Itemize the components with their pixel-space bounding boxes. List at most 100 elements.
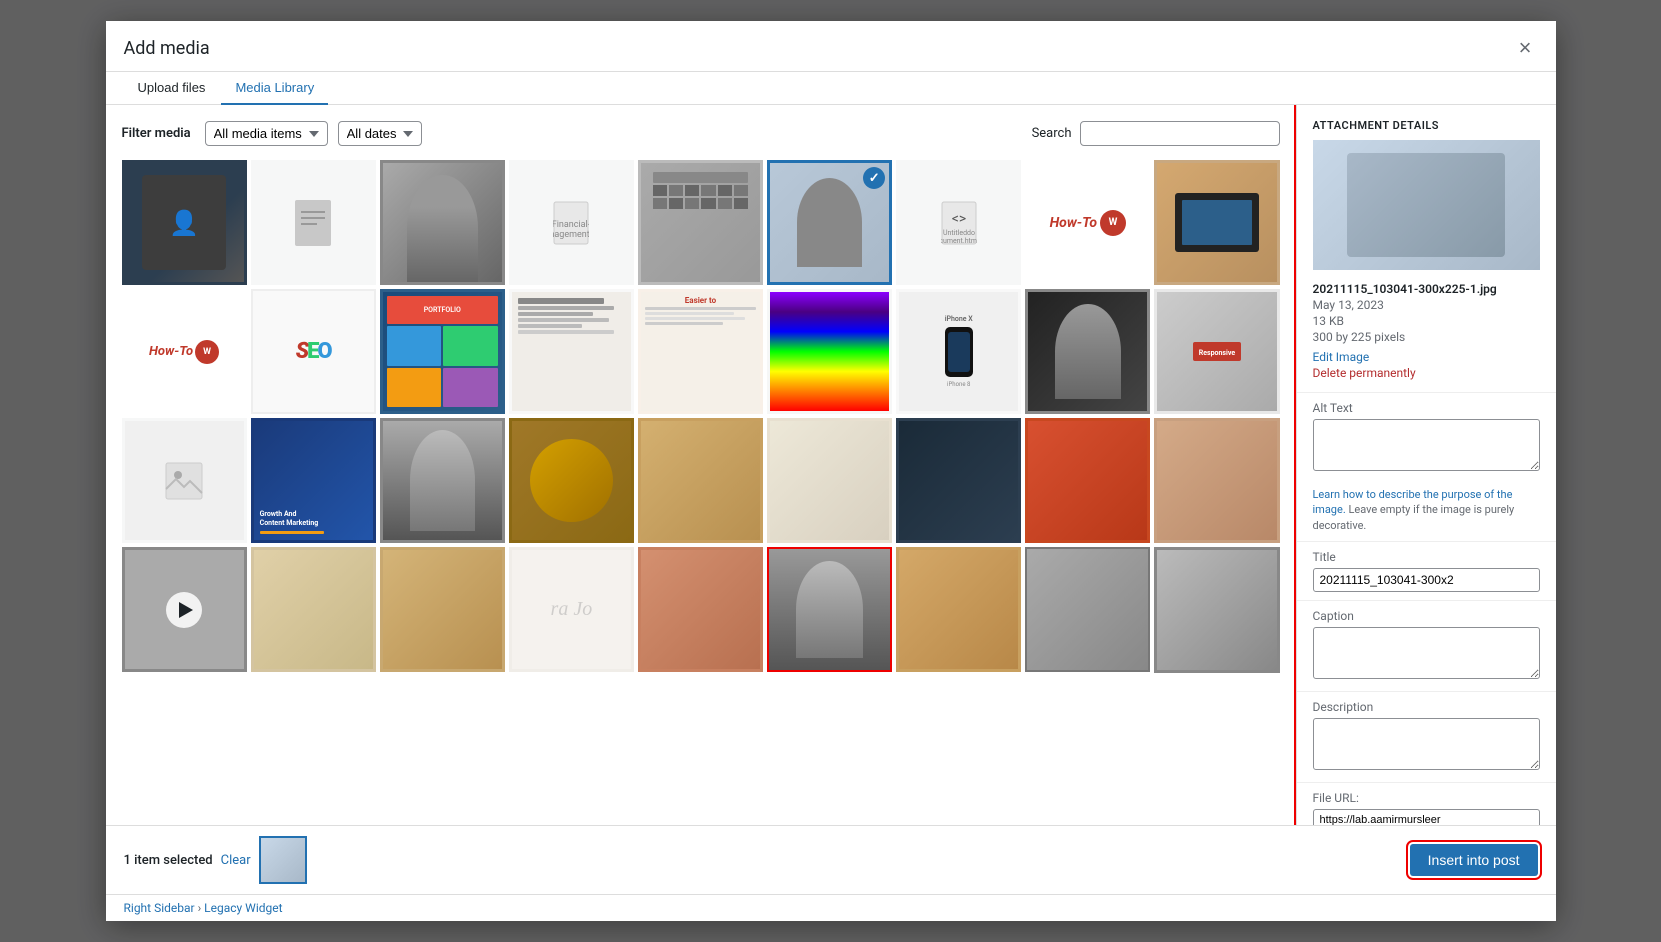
media-item-no-image[interactable] xyxy=(122,418,247,543)
attachment-date: May 13, 2023 xyxy=(1297,298,1556,314)
media-item-food3[interactable] xyxy=(767,418,892,543)
play-button[interactable] xyxy=(166,592,202,628)
insert-into-post-button[interactable]: Insert into post xyxy=(1410,844,1538,876)
breadcrumb-legacy-widget[interactable]: Legacy Widget xyxy=(204,901,282,915)
media-item-laptop[interactable] xyxy=(1154,160,1279,285)
media-item-video[interactable] xyxy=(122,547,247,672)
media-item-food6[interactable] xyxy=(1154,418,1279,543)
breadcrumb: Right Sidebar › Legacy Widget xyxy=(124,901,283,915)
modal-tabs: Upload files Media Library xyxy=(106,72,1556,105)
media-item-responsive[interactable]: Responsive xyxy=(1154,289,1279,414)
attachment-panel: ATTACHMENT DETAILS 20211115_103041-300x2… xyxy=(1296,105,1556,825)
tab-upload-files[interactable]: Upload files xyxy=(124,72,220,105)
media-item-selected[interactable]: ✓ xyxy=(767,160,892,285)
alt-text-input[interactable] xyxy=(1313,419,1540,471)
date-filter[interactable]: All dates xyxy=(338,121,422,146)
media-area: Filter media All media items All dates S… xyxy=(106,105,1296,825)
media-item-pdf[interactable]: Financial-Management.pdf xyxy=(509,160,634,285)
svg-text:Management.pdf: Management.pdf xyxy=(553,230,589,240)
media-item-woman-smile[interactable] xyxy=(638,547,763,672)
media-item-easier[interactable]: Easier to xyxy=(638,289,763,414)
media-item-man-bw[interactable] xyxy=(380,418,505,543)
media-item-blank[interactable] xyxy=(251,160,376,285)
description-input[interactable] xyxy=(1313,718,1540,770)
selected-count: 1 item selected xyxy=(124,853,213,868)
media-item-food5[interactable] xyxy=(1025,418,1150,543)
title-input[interactable] xyxy=(1313,568,1540,592)
search-input[interactable] xyxy=(1080,121,1280,146)
media-type-filter[interactable]: All media items xyxy=(205,121,328,146)
attachment-actions: Edit Image Delete permanently xyxy=(1297,346,1556,392)
file-url-input[interactable] xyxy=(1313,809,1540,825)
media-grid: 👤 Financial-M xyxy=(122,160,1280,673)
media-item-article[interactable] xyxy=(509,289,634,414)
attachment-filename: 20211115_103041-300x225-1.jpg xyxy=(1297,282,1556,298)
svg-text:cument.html: cument.html xyxy=(941,237,977,245)
svg-text:Untitleddo: Untitleddo xyxy=(943,229,975,237)
media-item-seo[interactable]: S E O xyxy=(251,289,376,414)
media-item-avocado[interactable] xyxy=(1025,547,1150,672)
media-item[interactable]: 👤 xyxy=(122,160,247,285)
caption-label: Caption xyxy=(1313,609,1540,623)
media-item-man-sunglasses[interactable] xyxy=(896,547,1021,672)
alt-text-label: Alt Text xyxy=(1313,401,1540,415)
filter-row: Filter media All media items All dates S… xyxy=(122,121,1280,146)
search-label: Search xyxy=(1032,126,1072,141)
add-media-modal: Add media × Upload files Media Library F… xyxy=(106,21,1556,921)
media-item-portfolio[interactable]: PORTFOLIO xyxy=(380,289,505,414)
alt-text-field-row: Alt Text xyxy=(1297,392,1556,483)
media-item-howto-wp[interactable]: How-To W xyxy=(1025,160,1150,285)
clear-link[interactable]: Clear xyxy=(221,853,251,868)
attachment-thumbnail xyxy=(1313,140,1540,270)
attachment-details-header: ATTACHMENT DETAILS xyxy=(1297,105,1556,140)
media-item-person[interactable] xyxy=(380,160,505,285)
close-button[interactable]: × xyxy=(1513,35,1538,61)
media-item-growth[interactable]: Growth AndContent Marketing xyxy=(251,418,376,543)
media-item-iphone[interactable]: iPhone X iPhone 8 xyxy=(896,289,1021,414)
media-item-html[interactable]: <> Untitleddocument.html xyxy=(896,160,1021,285)
modal-body: Filter media All media items All dates S… xyxy=(106,105,1556,825)
svg-text:Financial-: Financial- xyxy=(553,220,589,230)
media-item-woman-portrait2[interactable] xyxy=(767,547,892,672)
selected-info: 1 item selected Clear xyxy=(124,836,307,884)
media-item-building[interactable] xyxy=(638,160,763,285)
media-item-food1[interactable] xyxy=(509,418,634,543)
media-item-food2[interactable] xyxy=(638,418,763,543)
edit-image-link[interactable]: Edit Image xyxy=(1313,350,1540,364)
alt-text-note: Learn how to describe the purpose of the… xyxy=(1297,483,1556,541)
caption-field-row: Caption xyxy=(1297,600,1556,691)
description-field-row: Description xyxy=(1297,691,1556,782)
title-field-row: Title xyxy=(1297,541,1556,600)
media-grid-container: 👤 Financial-M xyxy=(122,160,1280,809)
modal-overlay: Add media × Upload files Media Library F… xyxy=(0,0,1661,942)
attachment-dimensions: 300 by 225 pixels xyxy=(1297,330,1556,346)
breadcrumb-right-sidebar[interactable]: Right Sidebar xyxy=(124,901,195,915)
footer-bar: 1 item selected Clear Insert into post xyxy=(106,825,1556,894)
file-url-label: File URL: xyxy=(1313,791,1540,805)
attachment-thumb-wrap xyxy=(1297,140,1556,282)
tab-media-library[interactable]: Media Library xyxy=(221,72,328,105)
search-area: Search xyxy=(1032,121,1280,146)
media-item-woman-portrait[interactable] xyxy=(1025,289,1150,414)
title-label: Title xyxy=(1313,550,1540,564)
svg-text:<>: <> xyxy=(951,211,965,227)
media-item-food4[interactable] xyxy=(896,418,1021,543)
caption-input[interactable] xyxy=(1313,627,1540,679)
media-item-food7[interactable] xyxy=(1154,547,1279,672)
media-item-howto2[interactable]: How-To W xyxy=(122,289,247,414)
media-item-rainbow[interactable] xyxy=(767,289,892,414)
filter-label: Filter media xyxy=(122,126,191,141)
description-label: Description xyxy=(1313,700,1540,714)
selected-thumbnail xyxy=(259,836,307,884)
file-url-row: File URL: Copy URL to clipboard xyxy=(1297,782,1556,825)
selected-check-badge: ✓ xyxy=(863,167,885,189)
delete-permanently-link[interactable]: Delete permanently xyxy=(1313,366,1540,380)
media-item-hands[interactable] xyxy=(380,547,505,672)
learn-how-link[interactable]: Learn how to describe the purpose of the… xyxy=(1313,488,1513,516)
media-item-signature[interactable]: ra Jo xyxy=(509,547,634,672)
modal-title: Add media xyxy=(124,38,210,59)
attachment-size: 13 KB xyxy=(1297,314,1556,330)
modal-header: Add media × xyxy=(106,21,1556,72)
breadcrumb-bar: Right Sidebar › Legacy Widget xyxy=(106,894,1556,921)
media-item-woman-cook[interactable] xyxy=(251,547,376,672)
